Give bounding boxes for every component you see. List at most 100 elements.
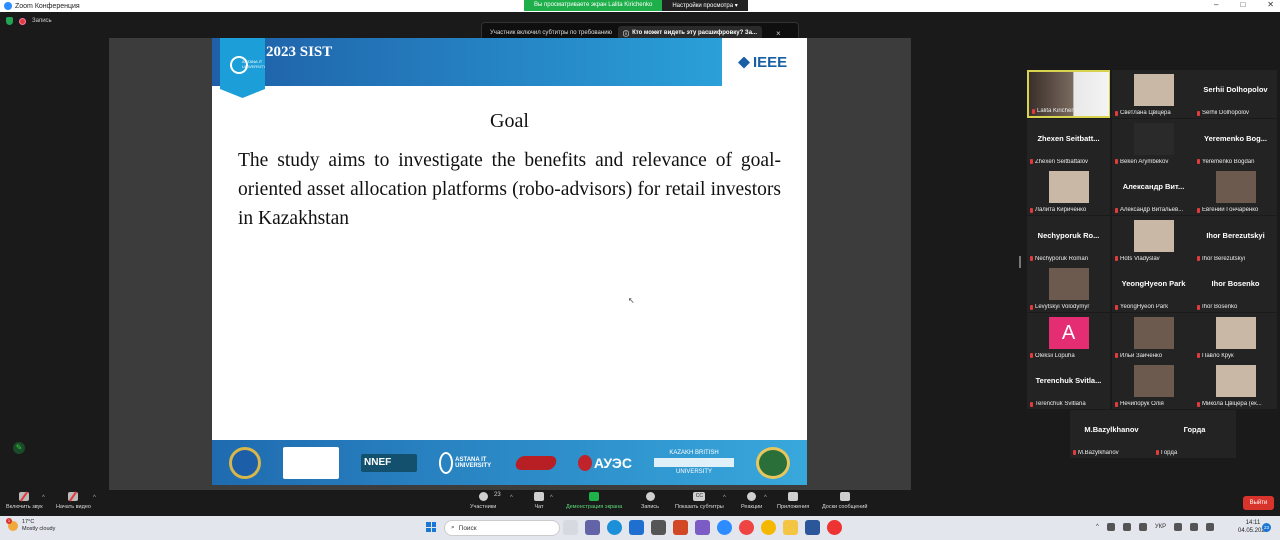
security-shield-icon[interactable] (6, 17, 13, 25)
participants-button[interactable]: Участники (470, 492, 496, 510)
participant-tile[interactable]: Александр Вит... Александр Витальев... (1112, 167, 1195, 215)
clock-time: 14:11 (1245, 520, 1261, 526)
participant-tile[interactable]: M.Bazylkhanov M.Bazylkhanov (1070, 409, 1153, 458)
zoom-taskbar-icon[interactable] (717, 520, 732, 535)
taskbar-search[interactable]: ⌕ Поиск (444, 520, 560, 536)
whiteboard-button[interactable]: Доски сообщений (822, 492, 867, 510)
participant-tile[interactable]: Beken Arymbekov (1112, 118, 1195, 167)
gallery-resize-handle[interactable] (1019, 256, 1021, 268)
participant-tile[interactable]: Лалита Кириченко (1027, 167, 1110, 215)
participant-name-label: Serhii Dolhopolov (1197, 110, 1275, 116)
share-banner: Вы просматриваете экран Lalita Kirichenk… (524, 0, 748, 11)
mail-icon[interactable] (629, 520, 644, 535)
chat-chevron-icon[interactable]: ^ (550, 495, 553, 501)
annotate-pen-icon[interactable]: ✎ (13, 442, 25, 454)
muted-mic-icon (1030, 256, 1033, 261)
participant-tile[interactable]: Hots Vladyslav (1112, 215, 1195, 264)
opera-icon[interactable] (739, 520, 754, 535)
teams-icon[interactable] (585, 520, 600, 535)
window-title: Zoom Конференция (15, 2, 80, 10)
muted-mic-icon (1032, 108, 1035, 114)
participant-tile[interactable]: Микола Цвіцера (ек... (1194, 361, 1277, 409)
close-window-button[interactable]: ✕ (1267, 0, 1274, 9)
share-screen-button[interactable]: Демонстрация экрана (566, 492, 622, 510)
battery-icon[interactable] (1206, 523, 1215, 531)
chrome-icon[interactable] (761, 520, 776, 535)
view-options-button[interactable]: Настройки просмотра ▾ (662, 0, 748, 11)
participant-tile[interactable]: A Oleksii Lopuha (1027, 312, 1110, 361)
leave-button[interactable]: Выйти (1243, 496, 1274, 510)
record-button[interactable]: Запись (641, 492, 659, 510)
participant-name: Ильи Зайченко (1120, 352, 1163, 359)
word-icon[interactable] (805, 520, 820, 535)
widgets-icon[interactable] (563, 520, 578, 535)
search-placeholder: Поиск (458, 524, 477, 532)
participant-tile[interactable]: Ihor Berezutskyi Ihor Berezutskyi (1194, 215, 1277, 264)
muted-mic-icon (1197, 159, 1200, 164)
participant-display-name: Александр Вит... (1122, 182, 1185, 191)
apps-button[interactable]: Приложения (777, 492, 809, 510)
participants-chevron-icon[interactable]: ^ (510, 495, 513, 501)
participant-tile[interactable]: Lalita Kirichenko (1027, 70, 1110, 118)
onedrive-icon[interactable] (1106, 523, 1115, 531)
participant-tile[interactable]: Terenchuk Svitla... Terenchuk Svitlana (1027, 361, 1110, 409)
close-icon[interactable]: × (776, 29, 781, 38)
video-options-chevron-icon[interactable]: ^ (93, 495, 96, 501)
store-icon[interactable] (651, 520, 666, 535)
participant-display-name: Serhii Dolhopolov (1203, 85, 1268, 94)
participant-tile[interactable]: Павло Крук (1194, 312, 1277, 361)
start-video-button[interactable]: Начать видео (56, 492, 91, 510)
edge-icon[interactable] (607, 520, 622, 535)
participant-name: Lalita Kirichenko (1037, 108, 1082, 114)
participant-tile[interactable]: Levytskyi Volodymyr (1027, 264, 1110, 312)
participant-tile[interactable]: Ильи Зайченко (1112, 312, 1195, 361)
participant-tile[interactable]: Yeremenko Bog... Yeremenko Bogdan (1194, 118, 1277, 167)
weather-widget[interactable]: 1 17°C Mostly cloudy (6, 518, 56, 533)
unmute-button[interactable]: Включить звук (6, 492, 43, 510)
participant-name: Евгений Гончаренко (1202, 207, 1259, 213)
powerpoint-icon[interactable] (673, 520, 688, 535)
participant-tile[interactable]: Евгений Гончаренко (1194, 167, 1277, 215)
participant-tile[interactable]: YeongHyeon Park YeongHyeon Park (1112, 264, 1195, 312)
participant-count: 23 (494, 492, 501, 498)
notification-badge[interactable]: 23 (1262, 523, 1271, 532)
apps-label: Приложения (777, 504, 810, 510)
participant-display-name: Terenchuk Svitla... (1035, 376, 1102, 385)
tray-chevron-icon[interactable]: ^ (1096, 524, 1099, 530)
network-icon[interactable] (1122, 523, 1131, 531)
chat-button[interactable]: Чат (534, 492, 544, 510)
share-screen-icon (589, 492, 600, 501)
muted-mic-icon (1197, 207, 1200, 213)
app-icon[interactable] (695, 520, 710, 535)
participant-name: Лалита Кириченко (1035, 207, 1087, 213)
participant-tile[interactable]: Nechyporuk Ro... Nechyporuk Roman (1027, 215, 1110, 264)
file-explorer-icon[interactable] (783, 520, 798, 535)
participant-tile[interactable]: Zhexen Seitbatt... Zhexen Seitbattalov (1027, 118, 1110, 167)
apps-icon (788, 492, 799, 501)
tray-app-icon[interactable] (1138, 523, 1147, 531)
browser-icon[interactable] (827, 520, 842, 535)
audio-options-chevron-icon[interactable]: ^ (42, 495, 45, 501)
participant-name-label: Павло Крук (1197, 353, 1275, 359)
weather-condition: Mostly cloudy (22, 526, 56, 532)
maximize-button[interactable]: □ (1240, 0, 1245, 9)
reactions-button[interactable]: Реакции (741, 492, 762, 510)
wifi-icon[interactable] (1174, 523, 1183, 531)
minimize-button[interactable]: – (1214, 0, 1218, 9)
participant-video (1133, 74, 1174, 106)
reactions-chevron-icon[interactable]: ^ (764, 495, 767, 501)
windows-start-icon[interactable] (426, 522, 436, 532)
muted-mic-icon (1115, 353, 1118, 358)
muted-mic-icon (1030, 353, 1033, 358)
participant-tile[interactable]: Serhii Dolhopolov Serhii Dolhopolov (1194, 70, 1277, 118)
participant-tile[interactable]: Светлана Цвіцера (1112, 70, 1195, 118)
language-indicator[interactable]: УКР (1155, 524, 1166, 530)
participant-tile[interactable]: Горда Горда (1153, 409, 1236, 458)
participant-tile[interactable]: Нечипорук Олія (1112, 361, 1195, 409)
captions-chevron-icon[interactable]: ^ (723, 495, 726, 501)
zoom-icon (4, 2, 12, 10)
muted-mic-icon (1115, 159, 1118, 164)
volume-icon[interactable] (1190, 523, 1199, 531)
captions-button[interactable]: CC Показать субтитры (675, 492, 724, 510)
participant-tile[interactable]: Ihor Bosenko Ihor Bosenko (1194, 264, 1277, 312)
